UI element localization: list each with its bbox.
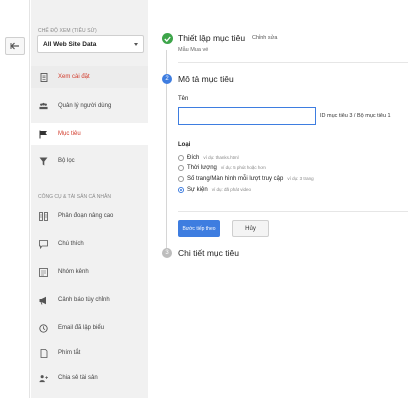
sidebar: CHẾ ĐỘ XEM (TIÊU SỬ) All Web Site Data X…	[31, 0, 149, 398]
sidebar-item-label: Chia sẻ tài sản	[58, 375, 98, 381]
sidebar-item-label: Quản lý người dùng	[58, 103, 112, 109]
step-1-title: Thiết lập mục tiêu	[178, 33, 246, 43]
channel-group-icon	[39, 267, 48, 277]
sidebar-item-user-management[interactable]: Quản lý người dùng	[31, 95, 148, 117]
divider	[178, 62, 408, 63]
radio-example: ví dụ: đã phát video	[211, 187, 251, 192]
name-label: Tên	[178, 96, 189, 102]
caret-down-icon	[134, 43, 138, 46]
left-rail	[0, 0, 30, 398]
back-button[interactable]	[5, 37, 25, 55]
step-2-badge: 2	[162, 74, 172, 84]
sidebar-item-label: Email đã lập biểu	[58, 325, 105, 331]
radio-example: ví dụ: 5 phút hoặc hơn	[220, 165, 266, 170]
users-icon	[39, 102, 48, 111]
sidebar-item-custom-alerts[interactable]: Cảnh báo tùy chỉnh	[31, 289, 148, 311]
sidebar-item-label: Phân đoạn nâng cao	[58, 213, 114, 219]
radio-button-selected[interactable]	[178, 186, 184, 193]
clock-icon	[39, 323, 48, 333]
divider	[178, 211, 408, 212]
radio-button[interactable]	[178, 164, 184, 171]
radio-example: ví dụ: 3 trang	[287, 176, 314, 181]
sidebar-item-shortcuts[interactable]: Phím tắt	[31, 342, 148, 364]
sidebar-item-label: Cảnh báo tùy chỉnh	[58, 297, 110, 303]
arrow-left-icon	[10, 42, 19, 50]
flag-icon	[39, 130, 48, 139]
step-3-badge: 3	[162, 248, 172, 258]
goal-id-text: ID mục tiêu 3 / Bộ mục tiêu 1	[320, 113, 391, 119]
radio-label: Thời lượng	[187, 164, 217, 171]
check-icon	[162, 33, 173, 44]
cancel-button[interactable]: Hủy	[232, 220, 269, 237]
step-3-title: Chi tiết mục tiêu	[178, 248, 239, 258]
sidebar-item-advanced-segments[interactable]: Phân đoạn nâng cao	[31, 205, 148, 227]
step-2-title: Mô tả mục tiêu	[178, 74, 234, 84]
sidebar-item-label: Xem cài đặt	[58, 74, 90, 80]
radio-pages-per-session[interactable]: Số trang/Màn hình mỗi lượt truy cập ví d…	[178, 174, 314, 183]
section-personal-tools: CÔNG CỤ & TÀI SẢN CÁ NHÂN	[38, 194, 111, 200]
radio-example: ví dụ: thanks.html	[203, 155, 239, 160]
sidebar-item-channel-groups[interactable]: Nhóm kênh	[31, 261, 148, 283]
radio-button[interactable]	[178, 175, 184, 182]
sidebar-item-label: Bộ lọc	[58, 158, 75, 164]
radio-event[interactable]: Sự kiện ví dụ: đã phát video	[178, 185, 251, 194]
radio-duration[interactable]: Thời lượng ví dụ: 5 phút hoặc hơn	[178, 163, 266, 172]
segments-icon	[39, 211, 48, 221]
sidebar-item-label: Chú thích	[58, 241, 84, 247]
radio-label: Đích	[187, 154, 200, 161]
radio-label: Sự kiện	[187, 186, 208, 193]
comment-icon	[39, 239, 48, 249]
share-user-icon	[39, 374, 48, 383]
radio-destination[interactable]: Đích ví dụ: thanks.html	[178, 153, 239, 162]
goal-name-input[interactable]	[178, 107, 316, 125]
edit-link[interactable]: Chỉnh sửa	[252, 35, 277, 41]
document-icon	[39, 72, 48, 82]
radio-label: Số trang/Màn hình mỗi lượt truy cập	[187, 175, 284, 182]
type-label: Loại	[178, 142, 191, 148]
sidebar-item-scheduled-emails[interactable]: Email đã lập biểu	[31, 317, 148, 339]
sidebar-item-filters[interactable]: Bộ lọc	[31, 150, 148, 172]
sidebar-item-annotations[interactable]: Chú thích	[31, 233, 148, 255]
filter-icon	[39, 157, 48, 166]
step-1-subtitle: Mẫu Mua vé	[178, 47, 209, 53]
bookmark-icon	[39, 348, 48, 358]
sidebar-item-label: Nhóm kênh	[58, 269, 89, 275]
megaphone-icon	[39, 296, 48, 305]
sidebar-item-view-settings[interactable]: Xem cài đặt	[31, 66, 148, 88]
view-selector[interactable]: All Web Site Data	[37, 35, 144, 53]
sidebar-item-label: Mục tiêu	[58, 131, 81, 137]
continue-button[interactable]: Bước tiếp theo	[178, 220, 220, 237]
view-label: CHẾ ĐỘ XEM (TIÊU SỬ)	[38, 28, 97, 34]
sidebar-item-goals[interactable]: Mục tiêu	[31, 123, 149, 145]
radio-button[interactable]	[178, 154, 184, 161]
sidebar-item-share-assets[interactable]: Chia sẻ tài sản	[31, 367, 148, 389]
goal-setup-panel	[148, 0, 420, 398]
view-selected-value: All Web Site Data	[43, 41, 97, 48]
sidebar-item-label: Phím tắt	[58, 350, 81, 356]
